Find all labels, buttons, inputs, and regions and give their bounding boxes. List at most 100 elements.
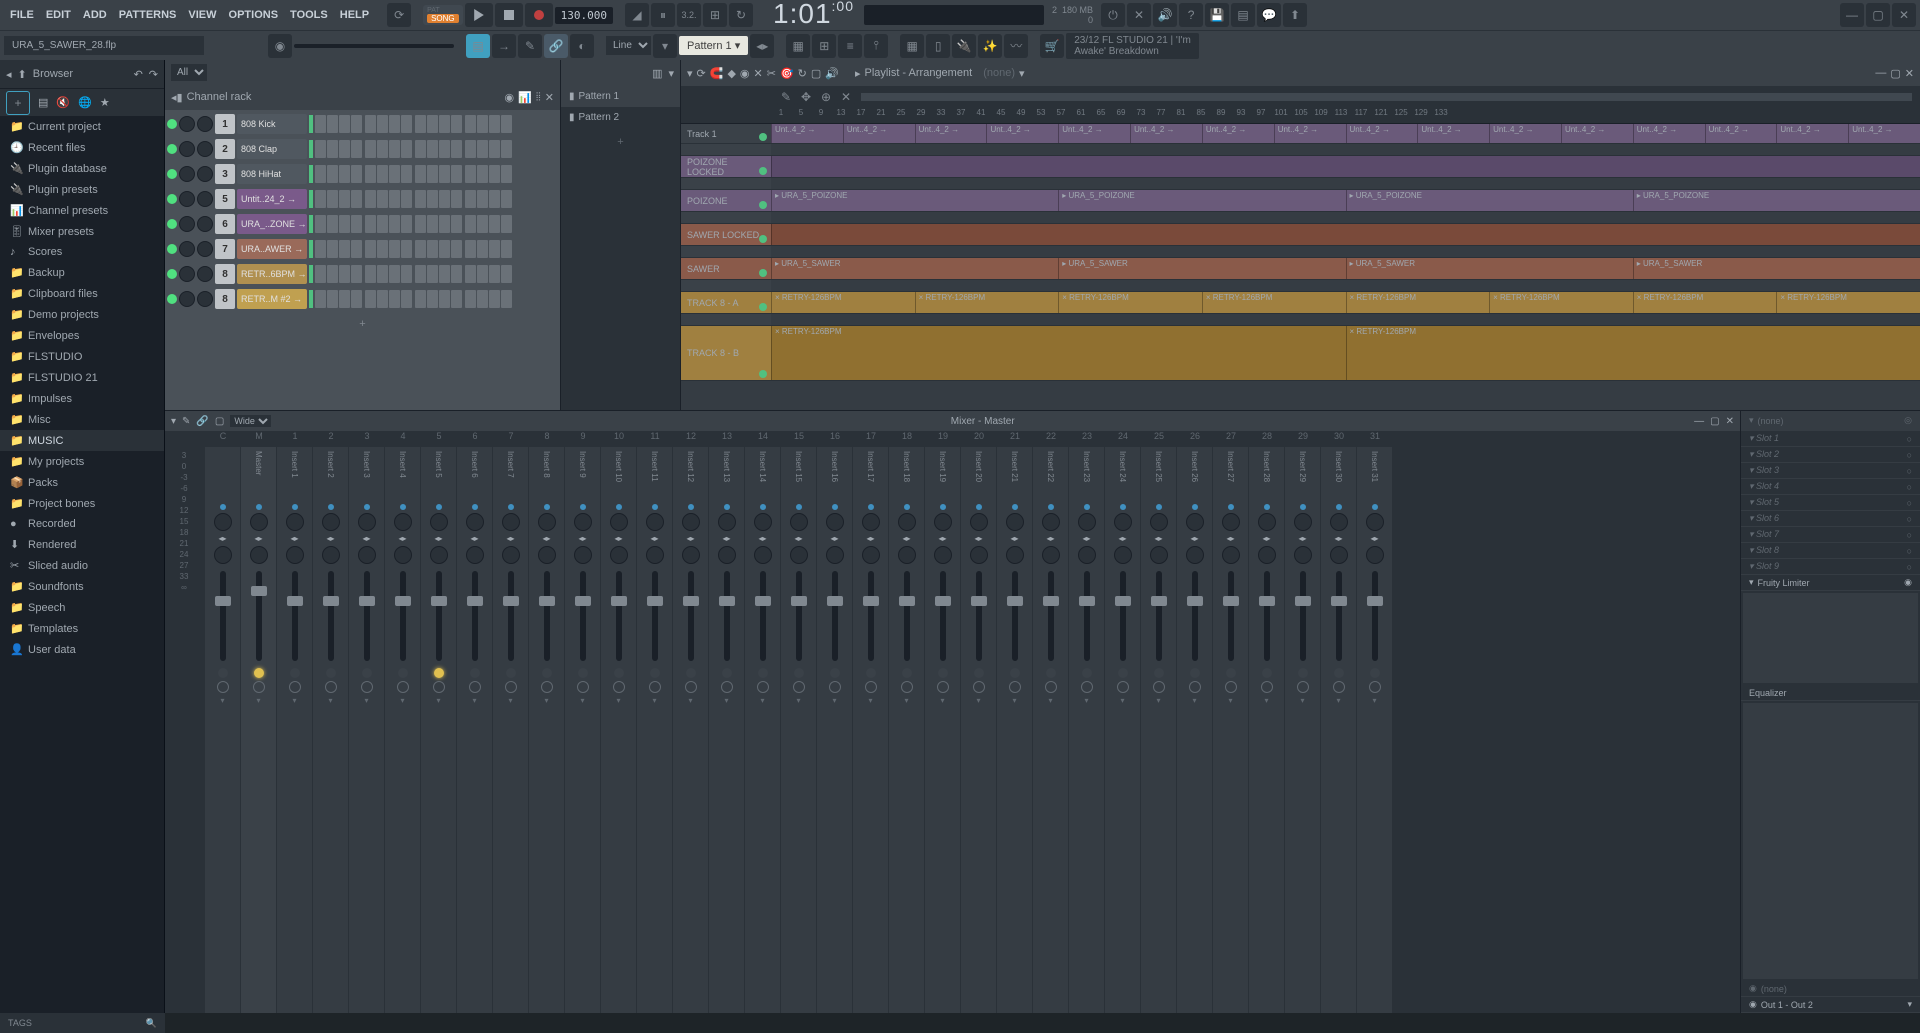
step-button[interactable]: [415, 140, 426, 158]
browser-item-impulses[interactable]: 📁Impulses: [0, 388, 164, 409]
track-header[interactable]: SAWER: [681, 258, 771, 279]
playlist-track[interactable]: [681, 178, 1920, 190]
strip-send-knob[interactable]: [973, 681, 985, 693]
step-button[interactable]: [489, 265, 500, 283]
strip-send-knob[interactable]: [577, 681, 589, 693]
stereo-sep-icon[interactable]: ◂▸: [434, 534, 442, 543]
track-header[interactable]: [681, 144, 771, 155]
strip-stereo-knob[interactable]: [1078, 546, 1096, 564]
channel-pan-knob[interactable]: [179, 266, 195, 282]
step-button[interactable]: [365, 190, 376, 208]
pl-a-icon[interactable]: ◉: [740, 67, 750, 80]
strip-send-knob[interactable]: [433, 681, 445, 693]
strip-pan-knob[interactable]: [754, 513, 772, 531]
strip-fx-led[interactable]: [472, 504, 478, 510]
menu-add[interactable]: ADD: [77, 5, 113, 25]
browser-item-plugin-presets[interactable]: 🔌Plugin presets: [0, 179, 164, 200]
playlist-clip[interactable]: Unt..4_2 →: [1130, 124, 1202, 143]
step-button[interactable]: [389, 265, 400, 283]
snap-menu-icon[interactable]: ▾: [653, 34, 677, 58]
playlist-clip[interactable]: Unt..4_2 →: [915, 124, 987, 143]
strip-fader[interactable]: [544, 571, 550, 661]
channel-name-button[interactable]: 808 HiHat: [237, 164, 307, 184]
stereo-sep-icon[interactable]: ◂▸: [1046, 534, 1054, 543]
browser-fav-icon[interactable]: ★: [100, 96, 110, 109]
browser-item-misc[interactable]: 📁Misc: [0, 409, 164, 430]
strip-dock-icon[interactable]: ▾: [832, 696, 836, 705]
step-button[interactable]: [351, 190, 362, 208]
strip-mute-button[interactable]: [758, 668, 768, 678]
step-button[interactable]: [339, 240, 350, 258]
picker-menu-icon[interactable]: ▾: [668, 67, 674, 80]
play-button[interactable]: [465, 3, 493, 27]
channel-name-button[interactable]: 808 Kick: [237, 114, 307, 134]
view-playlist-icon[interactable]: ▤: [466, 34, 490, 58]
playlist-minimap[interactable]: [861, 93, 1912, 101]
channel-row[interactable]: 8 RETR..6BPM →: [167, 262, 558, 286]
browser-item-rendered[interactable]: ⬇Rendered: [0, 534, 164, 555]
stereo-sep-icon[interactable]: ◂▸: [1082, 534, 1090, 543]
strip-send-knob[interactable]: [1189, 681, 1201, 693]
step-button[interactable]: [339, 140, 350, 158]
channel-name-button[interactable]: URA_..ZONE →: [237, 214, 307, 234]
strip-pan-knob[interactable]: [430, 513, 448, 531]
playlist-track[interactable]: [681, 212, 1920, 224]
step-button[interactable]: [339, 265, 350, 283]
strip-pan-knob[interactable]: [574, 513, 592, 531]
mixer-insert-strip[interactable]: Insert 3 ◂▸ ▾: [349, 447, 385, 1013]
stereo-sep-icon[interactable]: ◂▸: [542, 534, 550, 543]
step-button[interactable]: [365, 215, 376, 233]
mixer-insert-strip[interactable]: Insert 25 ◂▸ ▾: [1141, 447, 1177, 1013]
track-header[interactable]: [681, 246, 771, 257]
browser-item-channel-presets[interactable]: 📊Channel presets: [0, 200, 164, 221]
browser-item-scores[interactable]: ♪Scores: [0, 242, 164, 262]
pl-d-icon[interactable]: 🎯: [780, 67, 794, 80]
step-button[interactable]: [389, 215, 400, 233]
step-button[interactable]: [351, 115, 362, 133]
tb-g[interactable]: 🔌: [952, 34, 976, 58]
mixer-insert-strip[interactable]: ◂▸ ▾: [205, 447, 241, 1013]
mx-min-icon[interactable]: —: [1694, 416, 1704, 427]
step-button[interactable]: [315, 115, 326, 133]
track-mute-led[interactable]: [759, 370, 767, 378]
browser-item-music[interactable]: 📁MUSIC: [0, 430, 164, 451]
strip-stereo-knob[interactable]: [898, 546, 916, 564]
step-button[interactable]: [365, 115, 376, 133]
strip-fx-led[interactable]: [328, 504, 334, 510]
tb-f[interactable]: ▯: [926, 34, 950, 58]
channel-route-num[interactable]: 1: [215, 114, 235, 134]
step-button[interactable]: [389, 190, 400, 208]
strip-fx-led[interactable]: [436, 504, 442, 510]
channel-row[interactable]: 5 Untit..24_2 →: [167, 187, 558, 211]
strip-stereo-knob[interactable]: [754, 546, 772, 564]
strip-mute-button[interactable]: [218, 668, 228, 678]
strip-fader[interactable]: [652, 571, 658, 661]
step-button[interactable]: [477, 290, 488, 308]
strip-send-knob[interactable]: [361, 681, 373, 693]
step-button[interactable]: [439, 190, 450, 208]
strip-dock-icon[interactable]: ▾: [220, 696, 224, 705]
pat-song-switch[interactable]: PAT SONG: [423, 5, 463, 25]
fx-slot[interactable]: ▾ Slot 9○: [1741, 559, 1920, 575]
playlist-clip[interactable]: × RETRY-126BPM: [1346, 292, 1490, 313]
strip-fader[interactable]: [1300, 571, 1306, 661]
strip-dock-icon[interactable]: ▾: [760, 696, 764, 705]
sync-icon[interactable]: ⟳: [387, 3, 411, 27]
step-button[interactable]: [489, 115, 500, 133]
track-mute-led[interactable]: [759, 167, 767, 175]
strip-dock-icon[interactable]: ▾: [364, 696, 368, 705]
step-button[interactable]: [389, 165, 400, 183]
strip-dock-icon[interactable]: ▾: [904, 696, 908, 705]
playlist-clip[interactable]: Unt..4_2 →: [1058, 124, 1130, 143]
step-button[interactable]: [315, 165, 326, 183]
step-button[interactable]: [477, 190, 488, 208]
playlist-track[interactable]: Track 1 Unt..4_2 →Unt..4_2 →Unt..4_2 →Un…: [681, 124, 1920, 144]
channel-row[interactable]: 7 URA..AWER →: [167, 237, 558, 261]
step-button[interactable]: [451, 215, 462, 233]
strip-mute-button[interactable]: [470, 668, 480, 678]
channel-route-num[interactable]: 8: [215, 264, 235, 284]
strip-dock-icon[interactable]: ▾: [1048, 696, 1052, 705]
strip-fader[interactable]: [292, 571, 298, 661]
strip-fader[interactable]: [1228, 571, 1234, 661]
tb-h[interactable]: ✨: [978, 34, 1002, 58]
